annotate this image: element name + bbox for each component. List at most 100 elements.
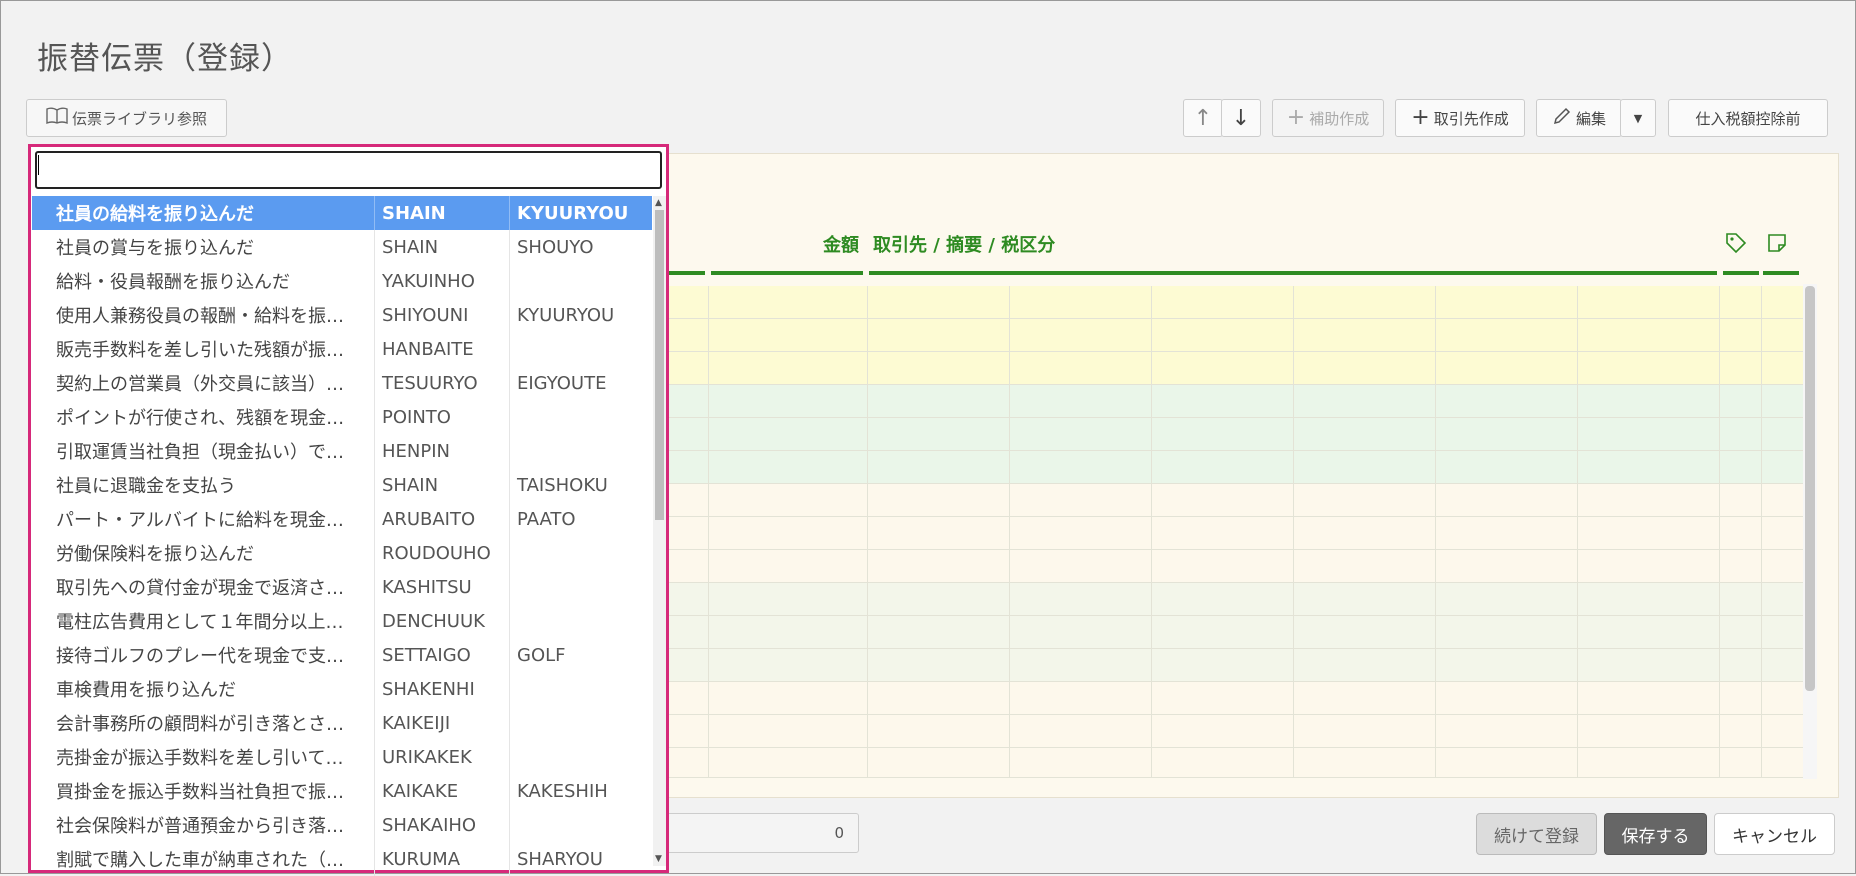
plus-icon: +: [1411, 105, 1430, 130]
column-divider: [1151, 286, 1152, 778]
template-code: POINTO: [374, 400, 509, 434]
template-list-item[interactable]: 契約上の営業員（外交員に該当）… TESUURYO EIGYOUTE: [32, 366, 652, 400]
table-row[interactable]: [661, 616, 1803, 649]
template-list-item[interactable]: ポイントが行使され、残額を現金… POINTO: [32, 400, 652, 434]
continue-register-label: 続けて登録: [1494, 826, 1579, 847]
template-subcode: KYUURYOU: [509, 196, 652, 230]
template-name: 引取運賃当社負担（現金払い）で…: [56, 442, 344, 463]
voucher-template-dropdown: 社員の給料を振り込んだ SHAIN KYUURYOU 社員の賞与を振り込んだ SHAIN…: [28, 144, 669, 876]
move-up-button[interactable]: ↑: [1183, 99, 1223, 137]
template-code: SETTAIGO: [374, 638, 509, 672]
tax-mode-label: 仕入税額控除前: [1695, 109, 1801, 128]
template-name: 電柱広告費用として１年間分以上…: [56, 612, 344, 633]
continue-register-button[interactable]: 続けて登録: [1476, 813, 1597, 855]
template-list-item[interactable]: 社員の賞与を振り込んだ SHAIN SHOUYO: [32, 230, 652, 264]
header-rule: [1723, 271, 1759, 275]
column-divider: [708, 286, 709, 778]
table-row[interactable]: [661, 583, 1803, 616]
sub-account-create-button[interactable]: + 補助作成: [1272, 99, 1384, 137]
table-row[interactable]: [661, 451, 1803, 484]
caret-down-icon: ▼: [1633, 111, 1643, 125]
template-code: KURUMA: [374, 842, 509, 876]
book-icon: [46, 107, 68, 129]
template-list-scrollbar[interactable]: ▲ ▼: [653, 196, 666, 866]
template-list-item[interactable]: 電柱広告費用として１年間分以上… DENCHUUK: [32, 604, 652, 638]
partner-create-button[interactable]: + 取引先作成: [1395, 99, 1525, 137]
voucher-library-button[interactable]: 伝票ライブラリ参照: [26, 99, 227, 137]
template-code: URIKAKEK: [374, 740, 509, 774]
table-row[interactable]: [661, 385, 1803, 418]
table-row[interactable]: [661, 550, 1803, 583]
template-code: HENPIN: [374, 434, 509, 468]
template-list-item[interactable]: 引取運賃当社負担（現金払い）で… HENPIN: [32, 434, 652, 468]
template-list-item[interactable]: 労働保険料を振り込んだ ROUDOUHO: [32, 536, 652, 570]
template-list-item[interactable]: 車検費用を振り込んだ SHAKENHI: [32, 672, 652, 706]
template-search-input[interactable]: [35, 151, 662, 189]
cancel-button[interactable]: キャンセル: [1714, 813, 1835, 855]
template-code: HANBAITE: [374, 332, 509, 366]
template-list-item[interactable]: 社会保険料が普通預金から引き落… SHAKAIHO: [32, 808, 652, 842]
page-title: 振替伝票（登録）: [37, 41, 293, 77]
template-code: KAIKAKE: [374, 774, 509, 808]
template-code: YAKUINHO: [374, 264, 509, 298]
scroll-up-icon[interactable]: ▲: [655, 198, 662, 208]
edit-button[interactable]: 編集: [1536, 99, 1622, 137]
template-list-item[interactable]: パート・アルバイトに給料を現金… ARUBAITO PAATO: [32, 502, 652, 536]
table-row[interactable]: [661, 319, 1803, 352]
template-list-item[interactable]: 給料・役員報酬を振り込んだ YAKUINHO: [32, 264, 652, 298]
template-name: パート・アルバイトに給料を現金…: [56, 510, 344, 531]
template-name: 使用人兼務役員の報酬・給料を振…: [56, 306, 344, 327]
edit-menu-toggle[interactable]: ▼: [1620, 99, 1656, 137]
tax-mode-button[interactable]: 仕入税額控除前: [1668, 99, 1828, 137]
template-subcode: [509, 740, 652, 774]
template-list-item[interactable]: 割賦で購入した車が納車された（… KURUMA SHARYOU: [32, 842, 652, 876]
template-code: DENCHUUK: [374, 604, 509, 638]
template-list-item[interactable]: 売掛金が振込手数料を差し引いて… URIKAKEK: [32, 740, 652, 774]
table-row[interactable]: [661, 484, 1803, 517]
template-list-item[interactable]: 社員の給料を振り込んだ SHAIN KYUURYOU: [32, 196, 652, 230]
partner-header: 取引先 / 摘要 / 税区分: [873, 235, 1056, 256]
table-row[interactable]: [661, 715, 1803, 748]
column-divider: [1719, 286, 1720, 778]
template-list-item[interactable]: 社員に退職金を支払う SHAIN TAISHOKU: [32, 468, 652, 502]
template-name: 契約上の営業員（外交員に該当）…: [56, 374, 344, 395]
tag-icon[interactable]: [1725, 232, 1747, 258]
template-name: 社会保険料が普通預金から引き落…: [56, 816, 344, 837]
table-row[interactable]: [661, 286, 1803, 319]
template-list-item[interactable]: 会計事務所の顧問料が引き落とさ… KAIKEIJI: [32, 706, 652, 740]
arrow-up-icon: ↑: [1193, 105, 1213, 131]
table-row[interactable]: [661, 352, 1803, 385]
edit-label: 編集: [1575, 109, 1606, 128]
memo-icon[interactable]: [1767, 233, 1787, 257]
save-label: 保存する: [1621, 826, 1690, 847]
table-row[interactable]: [661, 748, 1803, 778]
amount-header: 金額: [823, 235, 859, 256]
template-subcode: [509, 332, 652, 366]
template-list-item[interactable]: 販売手数料を差し引いた残額が振… HANBAITE: [32, 332, 652, 366]
template-list-item[interactable]: 接待ゴルフのプレー代を現金で支… SETTAIGO GOLF: [32, 638, 652, 672]
template-subcode: [509, 706, 652, 740]
template-list-item[interactable]: 取引先への貸付金が現金で返済さ… KASHITSU: [32, 570, 652, 604]
move-down-button[interactable]: ↓: [1221, 99, 1261, 137]
template-list-item[interactable]: 買掛金を振込手数料当社負担で振… KAIKAKE KAKESHIH: [32, 774, 652, 808]
table-row[interactable]: [661, 649, 1803, 682]
text-cursor: [38, 155, 39, 175]
template-name: 買掛金を振込手数料当社負担で振…: [56, 782, 344, 803]
table-row[interactable]: [661, 682, 1803, 715]
column-divider: [1577, 286, 1578, 778]
grid-scrollbar-thumb[interactable]: [1805, 286, 1815, 691]
template-subcode: [509, 264, 652, 298]
template-list-scrollbar-thumb[interactable]: [655, 210, 664, 520]
template-list-item[interactable]: 使用人兼務役員の報酬・給料を振… SHIYOUNI KYUURYOU: [32, 298, 652, 332]
sub-account-create-label: 補助作成: [1309, 109, 1370, 128]
arrow-down-icon: ↓: [1231, 105, 1251, 131]
save-button[interactable]: 保存する: [1604, 813, 1707, 855]
table-row[interactable]: [661, 418, 1803, 451]
scroll-down-icon[interactable]: ▼: [655, 854, 662, 864]
template-code: SHAIN: [374, 230, 509, 264]
template-subcode: [509, 570, 652, 604]
template-name: 車検費用を振り込んだ: [56, 680, 236, 701]
table-row[interactable]: [661, 517, 1803, 550]
template-code: KAIKEIJI: [374, 706, 509, 740]
template-subcode: [509, 604, 652, 638]
